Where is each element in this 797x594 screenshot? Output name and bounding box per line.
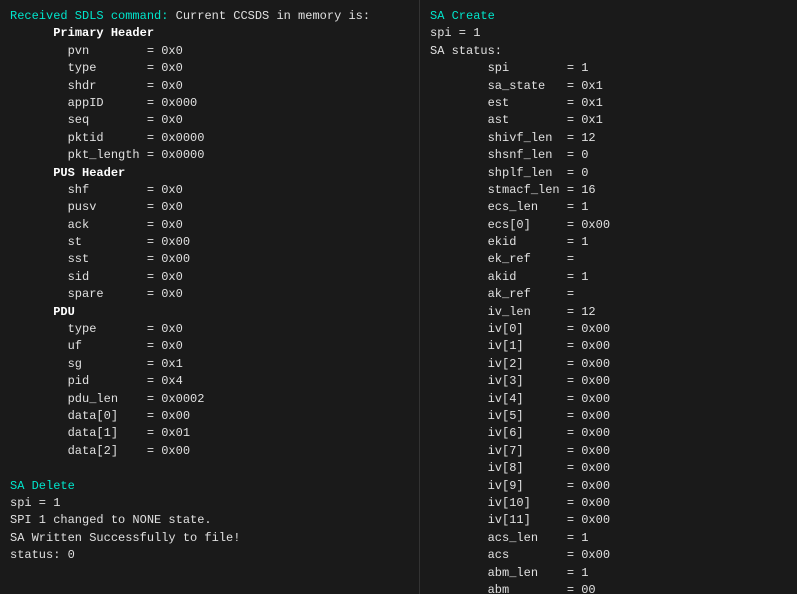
right-panel: SA Create spi = 1 SA status: spi = 1 sa_… <box>420 0 797 594</box>
sa-create-label: SA Create <box>430 9 495 23</box>
sa-delete-label: SA Delete <box>10 479 75 493</box>
pus-header-label: PUS Header <box>53 166 125 180</box>
left-terminal-content: Received SDLS command: Current CCSDS in … <box>10 8 409 565</box>
primary-header-label: Primary Header <box>53 26 154 40</box>
pdu-label: PDU <box>53 305 75 319</box>
right-terminal-content: SA Create spi = 1 SA status: spi = 1 sa_… <box>430 8 787 594</box>
received-sdls-label: Received SDLS command: <box>10 9 168 23</box>
left-panel: Received SDLS command: Current CCSDS in … <box>0 0 420 594</box>
